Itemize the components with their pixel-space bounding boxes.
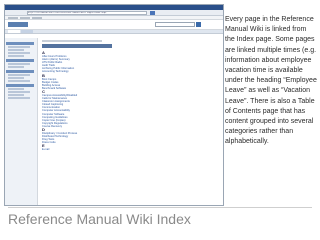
nav-item	[8, 88, 24, 90]
toolbar-button	[32, 16, 42, 19]
nav-item	[8, 74, 30, 76]
nav-item	[8, 63, 30, 65]
index-link[interactable]: E-mail	[42, 148, 219, 151]
toolbar-button	[8, 16, 18, 19]
nav-item	[8, 49, 24, 51]
nav-heading	[6, 70, 34, 73]
nav-item	[8, 46, 30, 48]
site-tab	[8, 30, 20, 33]
nav-item	[8, 94, 24, 96]
site-tabs	[5, 30, 223, 34]
slide-title: Reference Manual Wiki Index	[8, 211, 191, 227]
slide-callout: Every page in the Reference Manual Wiki …	[225, 15, 317, 169]
page-title	[42, 44, 112, 48]
site-header	[5, 20, 223, 30]
nav-heading	[6, 42, 34, 45]
nav-item	[8, 77, 24, 79]
nav-heading	[6, 84, 34, 87]
wiki-content: A After-hours Problems Alarm (Alarm) Summa…	[38, 38, 223, 205]
page-body: A After-hours Problems Alarm (Alarm) Summa…	[5, 38, 223, 205]
site-search-input	[155, 22, 195, 27]
site-logo	[8, 22, 28, 27]
breadcrumb	[42, 40, 102, 42]
quick-launch-nav	[5, 38, 38, 205]
nav-item	[8, 97, 30, 99]
nav-item	[8, 91, 30, 93]
toolbar-button	[20, 16, 30, 19]
site-tab	[21, 30, 33, 33]
nav-item	[8, 52, 30, 54]
browser-address-bar: http://collaboration/sites/Reference Man…	[5, 10, 223, 16]
nav-item	[8, 55, 24, 57]
wiki-screenshot: http://collaboration/sites/Reference Man…	[4, 4, 224, 206]
nav-heading	[6, 59, 34, 62]
index-list: A After-hours Problems Alarm (Alarm) Summa…	[42, 51, 219, 152]
address-url: http://collaboration/sites/Reference Man…	[27, 11, 147, 15]
go-icon	[150, 11, 155, 15]
nav-item	[8, 80, 30, 82]
divider	[8, 207, 312, 208]
search-icon	[196, 22, 201, 27]
callout-text: Every page in the Reference Manual Wiki …	[225, 16, 317, 146]
nav-item	[8, 66, 24, 68]
